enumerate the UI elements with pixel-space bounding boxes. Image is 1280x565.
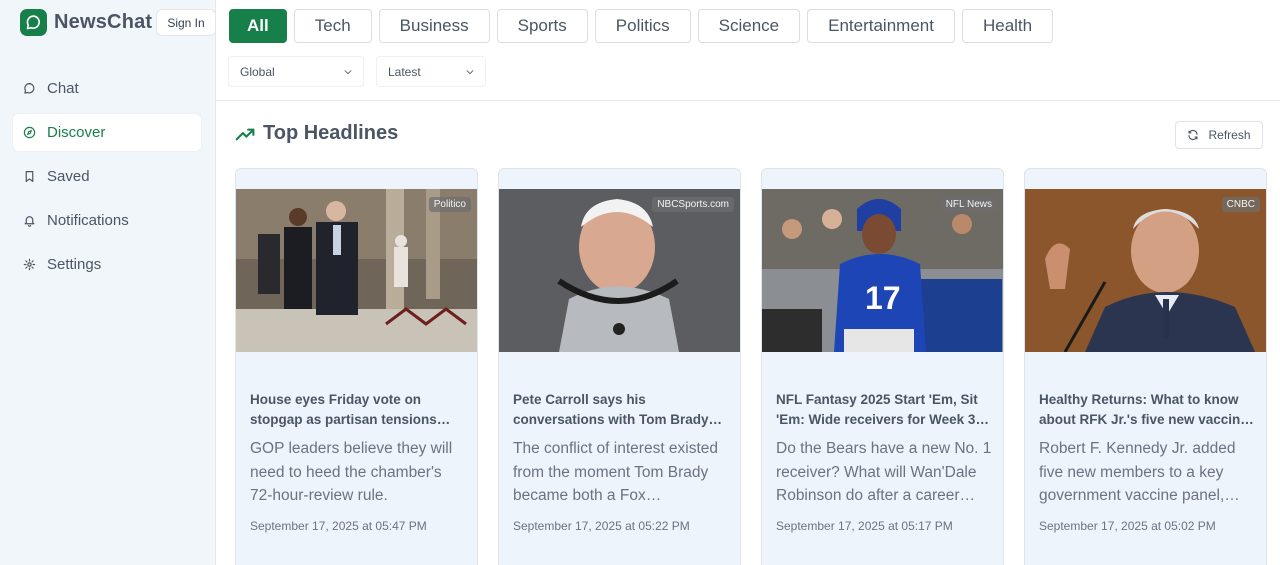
news-date: September 17, 2025 at 05:22 PM (513, 519, 690, 533)
news-card[interactable]: NBCSports.com Pete Carroll says his conv… (498, 168, 741, 565)
tab-business[interactable]: Business (378, 9, 490, 43)
chat-bubble-icon (24, 83, 35, 94)
sign-in-button[interactable]: Sign In (156, 9, 216, 36)
news-thumbnail: 17 NFL News (762, 189, 1003, 352)
sidebar-item-discover[interactable]: Discover (13, 114, 201, 151)
chat-logo-icon (20, 9, 47, 36)
chevron-down-icon (344, 70, 352, 75)
chevron-down-icon (466, 70, 474, 75)
sidebar-item-label: Discover (47, 124, 106, 141)
source-badge: NBCSports.com (652, 197, 734, 212)
sort-select[interactable]: Latest (376, 56, 486, 87)
tab-health[interactable]: Health (961, 9, 1054, 43)
sidebar-item-notifications[interactable]: Notifications (13, 202, 201, 239)
section-title: Top Headlines (263, 122, 399, 144)
news-date: September 17, 2025 at 05:02 PM (1039, 519, 1216, 533)
headline-cards: Politico House eyes Friday vote on stopg… (235, 168, 1267, 565)
news-card[interactable]: 17 NFL News NFL Fantasy 2025 Start 'Em, … (761, 168, 1004, 565)
tab-entertainment[interactable]: Entertainment (807, 9, 955, 43)
news-thumbnail: Politico (236, 189, 477, 352)
news-thumbnail: CNBC (1025, 189, 1266, 352)
compass-icon (23, 126, 36, 139)
bookmark-icon (25, 171, 34, 182)
sidebar-item-label: Settings (47, 256, 102, 273)
region-select[interactable]: Global (228, 56, 364, 87)
sidebar-item-label: Chat (47, 80, 79, 97)
source-badge: NFL News (940, 197, 997, 212)
news-title[interactable]: House eyes Friday vote on stopgap as par… (250, 390, 466, 430)
news-description: Robert F. Kennedy Jr. added five new mem… (1039, 440, 1236, 504)
news-thumbnail: NBCSports.com (499, 189, 740, 352)
filter-bar: All Tech Business Sports Politics Scienc… (216, 0, 1280, 101)
sort-select-value: Latest (388, 64, 421, 79)
trending-up-icon (235, 128, 255, 140)
tab-sports[interactable]: Sports (496, 9, 588, 43)
news-title[interactable]: NFL Fantasy 2025 Start 'Em, Sit 'Em: Wid… (776, 390, 992, 430)
source-badge: CNBC (1221, 197, 1260, 212)
category-tabs: All Tech Business Sports Politics Scienc… (229, 9, 1054, 43)
refresh-button[interactable]: Refresh (1175, 121, 1263, 149)
sidebar-item-label: Notifications (47, 212, 129, 229)
refresh-label: Refresh (1208, 128, 1251, 142)
sidebar: NewsChat Sign In Chat Discover Saved Not… (0, 0, 216, 565)
news-title[interactable]: Healthy Returns: What to know about RFK … (1039, 390, 1255, 430)
news-date: September 17, 2025 at 05:47 PM (250, 519, 427, 533)
section-header: Top Headlines (235, 122, 398, 145)
source-badge: Politico (428, 197, 471, 212)
tab-science[interactable]: Science (697, 9, 801, 43)
news-date: September 17, 2025 at 05:17 PM (776, 519, 953, 533)
svg-text:17: 17 (865, 280, 901, 316)
tab-all[interactable]: All (229, 9, 287, 43)
news-card[interactable]: CNBC Healthy Returns: What to know about… (1024, 168, 1267, 565)
news-description: GOP leaders believe they will need to he… (250, 440, 453, 504)
bell-icon (24, 216, 35, 227)
brand[interactable]: NewsChat (20, 9, 152, 36)
news-title[interactable]: Pete Carroll says his conversations with… (513, 390, 729, 430)
gear-icon (23, 258, 36, 271)
tab-tech[interactable]: Tech (293, 9, 372, 43)
sidebar-item-settings[interactable]: Settings (13, 246, 201, 283)
app-name: NewsChat (54, 11, 153, 33)
sidebar-item-saved[interactable]: Saved (13, 158, 201, 195)
tab-politics[interactable]: Politics (594, 9, 691, 43)
news-description: The conflict of interest existed from th… (513, 440, 719, 504)
refresh-icon (1188, 129, 1199, 141)
sidebar-nav: Chat Discover Saved Notifications Settin… (13, 70, 201, 290)
sidebar-item-chat[interactable]: Chat (13, 70, 201, 107)
news-card[interactable]: Politico House eyes Friday vote on stopg… (235, 168, 478, 565)
region-select-value: Global (240, 64, 275, 79)
news-description: Do the Bears have a new No. 1 receiver? … (776, 440, 992, 504)
sidebar-item-label: Saved (47, 168, 90, 185)
